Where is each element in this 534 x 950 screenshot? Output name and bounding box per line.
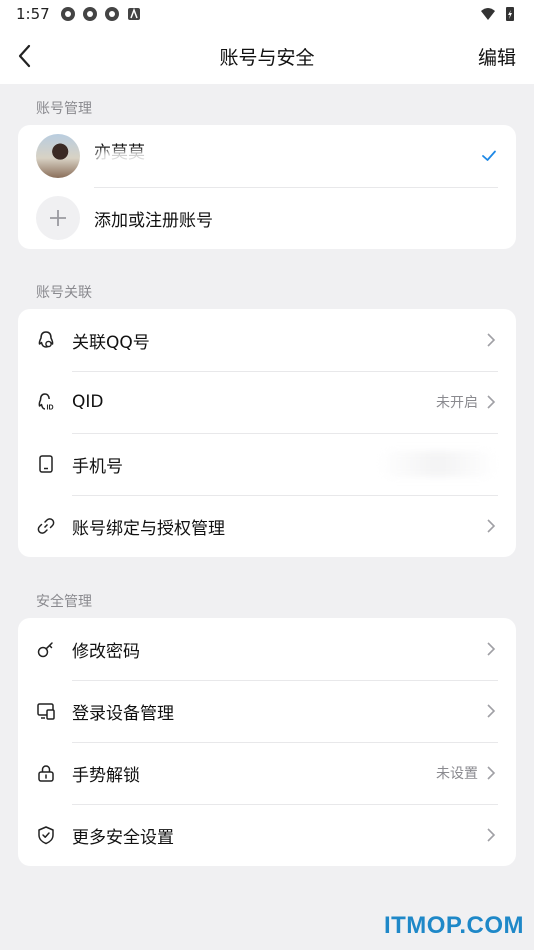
more-security-label: 更多安全设置 <box>72 827 174 848</box>
gesture-unlock-label: 手势解锁 <box>72 765 140 786</box>
gesture-unlock-row[interactable]: 手势解锁 未设置 <box>18 742 516 804</box>
system-icons <box>480 6 518 22</box>
qid-label: QID <box>72 392 104 412</box>
shield-icon <box>38 826 54 845</box>
accounts-card: 亦莫莫 添加或注册账号 <box>18 125 516 249</box>
binding-auth-label: 账号绑定与授权管理 <box>72 518 225 539</box>
add-account-row[interactable]: 添加或注册账号 <box>18 187 516 249</box>
notification-icons <box>60 6 142 22</box>
top-nav-bar: 账号与安全 编辑 <box>0 28 534 84</box>
chevron-right-icon <box>487 828 496 842</box>
gesture-unlock-status: 未设置 <box>436 766 478 782</box>
redacted-phone-number <box>378 451 498 477</box>
app-notification-icon <box>60 7 75 21</box>
qq-penguin-icon <box>38 331 54 348</box>
link-qq-label: 关联QQ号 <box>72 332 150 353</box>
link-icon <box>37 518 55 534</box>
section-header-security: 安全管理 <box>36 594 92 610</box>
section-header-linking: 账号关联 <box>36 285 92 301</box>
page-title: 账号与安全 <box>219 46 315 69</box>
redacted-account-id <box>96 151 214 181</box>
key-icon <box>37 642 53 658</box>
battery-icon <box>506 7 514 21</box>
avatar <box>36 134 80 178</box>
chevron-right-icon <box>487 519 496 533</box>
change-password-label: 修改密码 <box>72 641 140 662</box>
linking-card: 关联QQ号 ID QID 未开启 手机号 账号绑定与授权管理 <box>18 309 516 557</box>
qid-row[interactable]: ID QID 未开启 <box>18 371 516 433</box>
wifi-icon <box>481 8 495 20</box>
chevron-right-icon <box>487 333 496 347</box>
section-header-accounts: 账号管理 <box>36 101 92 117</box>
phone-icon <box>39 455 53 473</box>
checkmark-icon <box>482 150 496 161</box>
current-account-row[interactable]: 亦莫莫 <box>18 125 516 187</box>
status-time: 1:57 <box>16 5 50 23</box>
phone-row[interactable]: 手机号 <box>18 433 516 495</box>
chevron-right-icon <box>487 642 496 656</box>
app-notification-icon <box>104 7 119 21</box>
qid-status: 未开启 <box>436 395 478 411</box>
more-security-row[interactable]: 更多安全设置 <box>18 804 516 866</box>
device-management-label: 登录设备管理 <box>72 703 174 724</box>
chevron-right-icon <box>487 395 496 409</box>
add-account-label: 添加或注册账号 <box>94 210 213 231</box>
site-watermark: ITMOP.COM <box>383 912 524 939</box>
change-password-row[interactable]: 修改密码 <box>18 618 516 680</box>
app-notification-icon <box>127 7 140 20</box>
chevron-right-icon <box>487 704 496 718</box>
plus-icon <box>36 196 80 240</box>
link-qq-row[interactable]: 关联QQ号 <box>18 309 516 371</box>
app-notification-icon <box>82 7 97 21</box>
chevron-right-icon <box>487 766 496 780</box>
phone-label: 手机号 <box>72 456 123 477</box>
device-management-row[interactable]: 登录设备管理 <box>18 680 516 742</box>
edit-button[interactable]: 编辑 <box>478 43 516 70</box>
svg-text:ID: ID <box>47 405 54 412</box>
binding-auth-row[interactable]: 账号绑定与授权管理 <box>18 495 516 557</box>
lock-icon <box>38 765 54 782</box>
qid-icon: ID <box>38 393 54 412</box>
status-bar: 1:57 <box>0 0 534 28</box>
devices-icon <box>37 703 55 720</box>
security-card: 修改密码 登录设备管理 手势解锁 未设置 更多安全设置 <box>18 618 516 866</box>
back-arrow-icon[interactable] <box>12 42 40 70</box>
